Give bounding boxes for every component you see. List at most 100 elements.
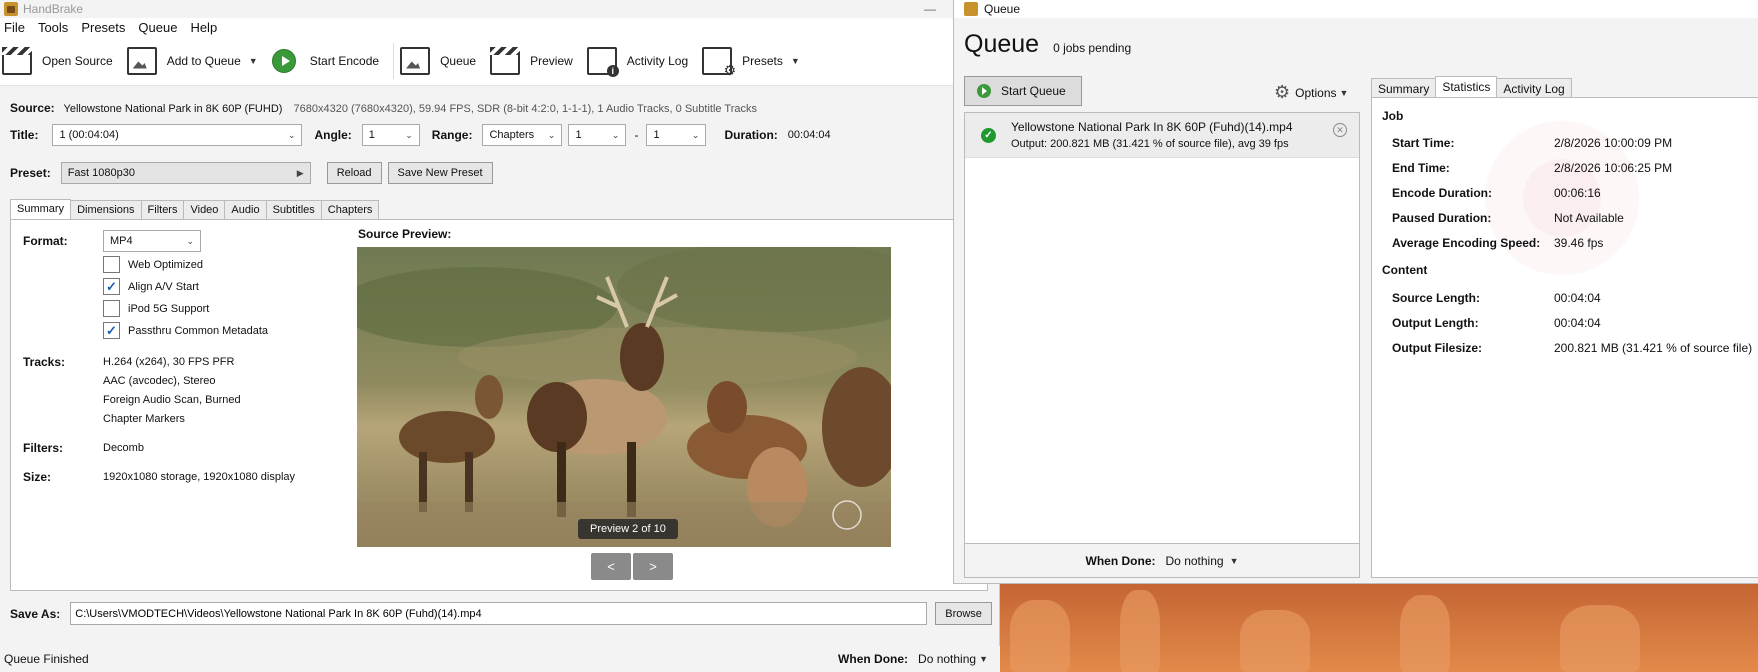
web-optimized-checkbox[interactable]: Web Optimized <box>103 256 203 273</box>
summary-panel: Format: MP4 ⌄ Web Optimized ✓ Align A/V S… <box>10 219 988 591</box>
when-done-select[interactable]: Do nothing <box>1166 554 1224 568</box>
format-select[interactable]: MP4 ⌄ <box>103 230 201 252</box>
title-select[interactable]: 1 (00:04:04) ⌄ <box>52 124 303 146</box>
title-label: Title: <box>10 128 39 142</box>
close-icon[interactable]: ✕ <box>1333 123 1347 137</box>
status-bar: Queue Finished When Done: Do nothing ▼ <box>0 646 1000 672</box>
save-new-preset-button[interactable]: Save New Preset <box>387 162 493 184</box>
web-optimized-label: Web Optimized <box>128 258 203 271</box>
menu-file[interactable]: File <box>2 20 32 35</box>
format-label: Format: <box>23 234 68 248</box>
chevron-down-icon[interactable]: ▼ <box>979 654 988 664</box>
options-button[interactable]: ⚙ Options ▼ <box>1274 82 1348 103</box>
preview-button[interactable]: Preview <box>490 46 573 75</box>
reload-button[interactable]: Reload <box>326 162 382 184</box>
when-done-label: When Done: <box>838 652 909 666</box>
range-dash: - <box>634 128 639 142</box>
open-source-label: Open Source <box>42 53 113 68</box>
queue-button[interactable]: Queue <box>400 46 476 75</box>
save-as-path-input[interactable] <box>70 602 928 625</box>
chevron-down-icon[interactable]: ▼ <box>1230 556 1239 566</box>
filters-value: Decomb <box>103 442 144 454</box>
start-time-label: Start Time: <box>1392 136 1455 150</box>
elk-photo <box>357 247 891 547</box>
open-source-button[interactable]: Open Source <box>2 46 113 75</box>
checkmark-icon[interactable]: ✓ <box>103 322 120 339</box>
angle-label: Angle: <box>314 128 352 142</box>
preset-row: Preset: Fast 1080p30 ▶ Reload Save New Pr… <box>10 162 493 184</box>
tab-subtitles[interactable]: Subtitles <box>265 200 322 221</box>
chevron-down-icon: ▼ <box>1339 87 1349 98</box>
range-end-select[interactable]: 1 ⌄ <box>646 124 707 146</box>
queue-icon <box>400 46 431 75</box>
queue-window: Queue Queue 0 jobs pending Start Queue ⚙… <box>953 0 1758 584</box>
chevron-down-icon[interactable]: ▼ <box>249 56 258 66</box>
start-time-value: 2/8/2026 10:00:09 PM <box>1554 136 1673 150</box>
preset-select[interactable]: Fast 1080p30 ▶ <box>60 162 311 184</box>
ipod-support-checkbox[interactable]: iPod 5G Support <box>103 300 209 317</box>
checkmark-icon[interactable]: ✓ <box>103 278 120 295</box>
source-label: Source: <box>10 101 55 115</box>
jobs-pending: 0 jobs pending <box>1053 41 1132 55</box>
activity-log-button[interactable]: Activity Log <box>586 46 688 77</box>
range-start-select[interactable]: 1 ⌄ <box>568 124 627 146</box>
tab-audio[interactable]: Audio <box>224 200 267 221</box>
menu-queue[interactable]: Queue <box>136 20 184 35</box>
source-preview-label: Source Preview: <box>358 227 452 241</box>
preview-label: Preview <box>530 53 573 68</box>
checkbox-empty[interactable] <box>103 300 120 317</box>
activity-log-icon <box>586 46 619 77</box>
preview-prev-button[interactable]: < <box>591 553 631 580</box>
tab-chapters[interactable]: Chapters <box>320 200 380 221</box>
queue-job-item[interactable]: ✓ Yellowstone National Park In 8K 60P (F… <box>965 113 1359 158</box>
start-encode-button[interactable]: Start Encode <box>271 48 380 73</box>
statistics-panel: Job Start Time: 2/8/2026 10:00:09 PM End… <box>1371 97 1758 578</box>
queue-header: Queue 0 jobs pending <box>964 30 1131 59</box>
add-to-queue-button[interactable]: Add to Queue ▼ <box>126 46 258 75</box>
chevron-down-icon: ⌄ <box>186 235 194 246</box>
preview-icon <box>490 46 521 75</box>
minimize-button[interactable]: — <box>907 0 953 18</box>
preset-value: Fast 1080p30 <box>67 167 135 179</box>
range-type-value: Chapters <box>489 129 535 141</box>
range-type-select[interactable]: Chapters ⌄ <box>482 124 563 146</box>
menu-tools[interactable]: Tools <box>36 20 75 35</box>
tab-video[interactable]: Video <box>183 200 226 221</box>
tab-dimensions[interactable]: Dimensions <box>70 200 142 221</box>
paused-duration-value: Not Available <box>1554 211 1624 225</box>
presets-icon <box>702 46 736 79</box>
when-done-label: When Done: <box>1085 553 1156 568</box>
source-name: Yellowstone National Park in 8K 60P (FUH… <box>63 103 283 115</box>
start-encode-label: Start Encode <box>309 53 380 68</box>
source-length-value: 00:04:04 <box>1554 291 1601 305</box>
tab-filters[interactable]: Filters <box>140 200 185 221</box>
output-filesize-value: 200.821 MB (31.421 % of source file) <box>1554 341 1753 355</box>
options-label: Options <box>1295 85 1337 100</box>
checkbox-empty[interactable] <box>103 256 120 273</box>
avg-speed-value: 39.46 fps <box>1554 236 1604 250</box>
passthru-metadata-checkbox[interactable]: ✓ Passthru Common Metadata <box>103 322 268 339</box>
menu-presets[interactable]: Presets <box>79 20 132 35</box>
menu-help[interactable]: Help <box>188 20 224 35</box>
preview-next-button[interactable]: > <box>633 553 673 580</box>
track-item: AAC (avcodec), Stereo <box>103 375 216 387</box>
angle-select[interactable]: 1 ⌄ <box>361 124 420 146</box>
align-av-checkbox[interactable]: ✓ Align A/V Start <box>103 278 199 295</box>
when-done-select[interactable]: Do nothing <box>918 652 976 666</box>
chevron-down-icon[interactable]: ▼ <box>791 56 800 66</box>
job-title: Yellowstone National Park In 8K 60P (Fuh… <box>1011 120 1293 134</box>
chevron-down-icon: ⌄ <box>547 129 556 140</box>
paused-duration-label: Paused Duration: <box>1392 211 1492 225</box>
toolbar-separator <box>393 42 395 79</box>
browse-button[interactable]: Browse <box>935 602 992 625</box>
angle-value: 1 <box>368 129 375 141</box>
tracks-label: Tracks: <box>23 355 66 369</box>
presets-button[interactable]: Presets ▼ <box>702 46 800 79</box>
job-output: Output: 200.821 MB (31.421 % of source f… <box>1011 138 1289 150</box>
start-queue-button[interactable]: Start Queue <box>964 76 1082 106</box>
tab-summary[interactable]: Summary <box>10 199 72 220</box>
tab-statistics[interactable]: Statistics <box>1435 76 1498 99</box>
queue-window-title: Queue <box>984 2 1021 16</box>
chevron-down-icon: ⌄ <box>611 129 620 140</box>
preset-label: Preset: <box>10 166 51 180</box>
